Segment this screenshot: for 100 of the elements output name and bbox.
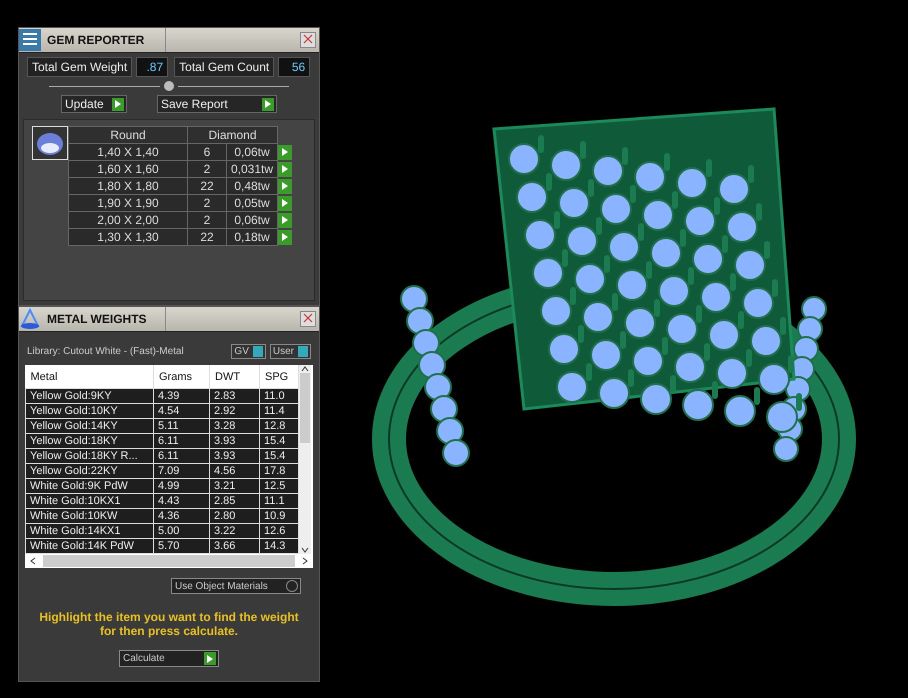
- table-cell: 22: [188, 228, 226, 246]
- table-cell: Yellow Gold:14KY: [26, 418, 154, 434]
- table-cell: 1,40 X 1,40: [68, 144, 188, 160]
- play-icon: [115, 100, 121, 108]
- calculate-button[interactable]: Calculate: [119, 650, 219, 667]
- collapse-handle[interactable]: [164, 81, 174, 91]
- table-cell: 2.80: [210, 508, 260, 524]
- table-cell: 4.39: [154, 388, 210, 404]
- table-cell: 6: [188, 144, 226, 160]
- table-cell: 6.11: [154, 448, 210, 464]
- table-cell: 17.8: [260, 464, 298, 478]
- stat-label: Total Gem Count: [174, 57, 274, 77]
- table-cell: 2.85: [210, 494, 260, 508]
- table-cell: 1,30 X 1,30: [68, 228, 188, 246]
- stat-value: 56: [278, 57, 310, 77]
- column-header[interactable]: Metal: [26, 365, 154, 388]
- library-label: Library: Cutout White - (Fast)-Metal: [27, 346, 185, 357]
- column-header: Diamond: [188, 126, 278, 144]
- close-icon: [303, 34, 313, 44]
- close-button[interactable]: [300, 32, 316, 48]
- report-icon: [19, 29, 41, 51]
- table-cell: 4.56: [210, 464, 260, 478]
- column-header[interactable]: SPG: [260, 365, 298, 388]
- table-cell: 15.4: [260, 448, 298, 464]
- table-cell: 0,48tw: [226, 178, 278, 194]
- play-icon: [282, 216, 288, 224]
- row-arrow-button[interactable]: [278, 162, 292, 176]
- round-gem-icon: [32, 126, 68, 160]
- table-cell: 2.92: [210, 404, 260, 418]
- table-cell: 3.93: [210, 434, 260, 448]
- table-cell: 11.4: [260, 404, 298, 418]
- row-arrow-button[interactable]: [278, 212, 292, 228]
- table-cell: 0,06tw: [226, 144, 278, 160]
- table-cell: 0,06tw: [226, 212, 278, 228]
- table-cell: 12.5: [260, 478, 298, 494]
- play-icon: [282, 182, 288, 190]
- column-header[interactable]: Grams: [154, 365, 210, 388]
- scale-icon: [19, 308, 41, 330]
- scroll-up-icon[interactable]: [301, 365, 309, 373]
- table-cell: Yellow Gold:18KY: [26, 434, 154, 448]
- table-cell: Yellow Gold:18KY R...: [26, 448, 154, 464]
- table-cell: White Gold:14KX1: [26, 524, 154, 538]
- table-cell: 3.93: [210, 448, 260, 464]
- table-cell: 1,60 X 1,60: [68, 160, 188, 178]
- scroll-right-icon[interactable]: [301, 557, 309, 565]
- play-icon: [265, 100, 271, 108]
- stat-label: Total Gem Weight: [27, 57, 132, 77]
- table-cell: 15.4: [260, 434, 298, 448]
- table-cell: Yellow Gold:22KY: [26, 464, 154, 478]
- action-button[interactable]: Update: [61, 95, 127, 113]
- table-cell: 5.11: [154, 418, 210, 434]
- toggle-button[interactable]: GV: [231, 344, 266, 359]
- toggle-button[interactable]: User: [270, 344, 311, 359]
- table-cell: 11.1: [260, 494, 298, 508]
- table-cell: 4.54: [154, 404, 210, 418]
- play-icon: [282, 165, 288, 173]
- table-cell: 22: [188, 178, 226, 194]
- table-cell: 4.36: [154, 508, 210, 524]
- play-icon: [282, 233, 288, 241]
- column-header[interactable]: DWT: [210, 365, 260, 388]
- scroll-down-icon[interactable]: [301, 546, 309, 554]
- table-cell: 2.83: [210, 388, 260, 404]
- table-cell: 5.00: [154, 524, 210, 538]
- stat-value: .87: [136, 57, 168, 77]
- play-icon: [282, 148, 288, 156]
- close-icon: [303, 312, 313, 322]
- close-button[interactable]: [300, 311, 316, 327]
- use-object-materials-option[interactable]: Use Object Materials: [171, 578, 301, 594]
- table-cell: 12.8: [260, 418, 298, 434]
- table-cell: 0,05tw: [226, 194, 278, 212]
- action-button[interactable]: Save Report: [157, 95, 277, 113]
- table-cell: 1,80 X 1,80: [68, 178, 188, 194]
- column-header: Round: [68, 126, 188, 144]
- table-cell: 1,90 X 1,90: [68, 194, 188, 212]
- table-cell: 2: [188, 212, 226, 228]
- table-cell: 6.11: [154, 434, 210, 448]
- row-arrow-button[interactable]: [278, 196, 292, 210]
- table-cell: 0,031tw: [226, 160, 278, 178]
- table-cell: 2: [188, 160, 226, 178]
- row-arrow-button[interactable]: [278, 230, 292, 244]
- table-cell: Yellow Gold:10KY: [26, 404, 154, 418]
- scroll-left-icon[interactable]: [29, 557, 37, 565]
- row-arrow-button[interactable]: [278, 178, 292, 194]
- table-cell: 0,18tw: [226, 228, 278, 246]
- table-cell: White Gold:10KW: [26, 508, 154, 524]
- table-cell: 10.9: [260, 508, 298, 524]
- table-cell: 14.3: [260, 538, 298, 554]
- play-icon: [207, 654, 213, 662]
- table-cell: 3.22: [210, 524, 260, 538]
- table-cell: 3.21: [210, 478, 260, 494]
- vertical-scrollbar[interactable]: [299, 365, 311, 554]
- table-cell: 2,00 X 2,00: [68, 212, 188, 228]
- row-arrow-button[interactable]: [278, 144, 292, 160]
- table-cell: 4.43: [154, 494, 210, 508]
- table-cell: Yellow Gold:9KY: [26, 388, 154, 404]
- panel-title: METAL WEIGHTS: [47, 307, 166, 331]
- table-cell: 5.70: [154, 538, 210, 554]
- panel-title: GEM REPORTER: [47, 28, 166, 52]
- table-cell: 3.66: [210, 538, 260, 554]
- table-cell: 11.0: [260, 388, 298, 404]
